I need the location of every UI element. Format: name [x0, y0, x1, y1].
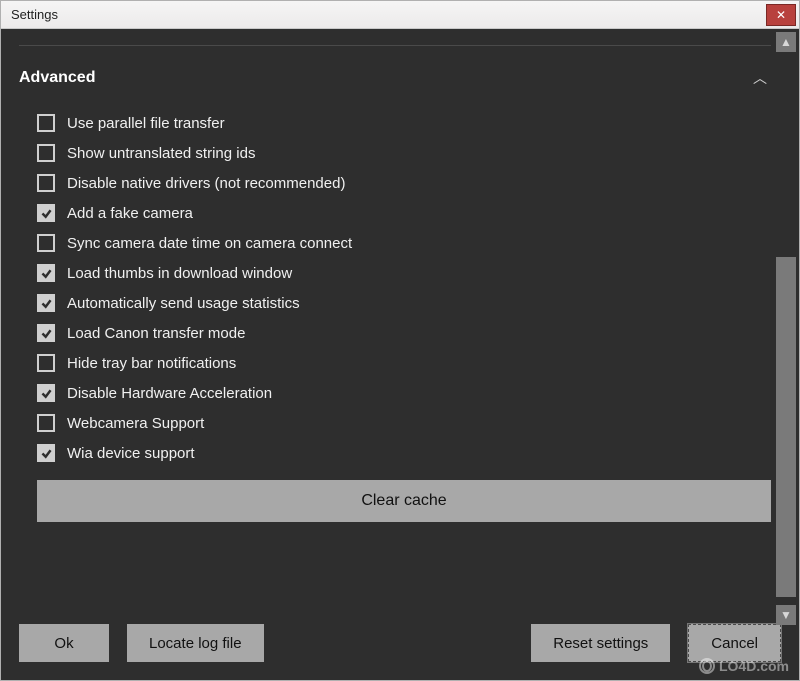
section-header-advanced[interactable]: Advanced ︿ [19, 64, 771, 108]
clear-cache-button[interactable]: Clear cache [37, 480, 771, 522]
checkbox[interactable] [37, 354, 55, 372]
locate-log-button[interactable]: Locate log file [127, 624, 264, 662]
option-label: Use parallel file transfer [67, 115, 225, 132]
cancel-button[interactable]: Cancel [688, 624, 781, 662]
option-label: Wia device support [67, 445, 195, 462]
option-row: Load Canon transfer mode [37, 318, 771, 348]
option-label: Load Canon transfer mode [67, 325, 245, 342]
option-label: Disable Hardware Acceleration [67, 385, 272, 402]
window-body: ▲ ▼ Advanced ︿ Use parallel file transfe… [1, 29, 799, 680]
ok-button[interactable]: Ok [19, 624, 109, 662]
option-list: Use parallel file transfer Show untransla… [19, 108, 771, 468]
section-title: Advanced [19, 69, 753, 87]
settings-window: Settings ✕ ▲ ▼ Advanced ︿ Use parallel f… [0, 0, 800, 681]
checkbox[interactable] [37, 384, 55, 402]
titlebar: Settings ✕ [1, 1, 799, 29]
option-label: Add a fake camera [67, 205, 193, 222]
content-area: Advanced ︿ Use parallel file transfer Sho… [1, 29, 799, 618]
close-icon: ✕ [776, 8, 786, 22]
checkbox[interactable] [37, 144, 55, 162]
option-row: Show untranslated string ids [37, 138, 771, 168]
option-label: Sync camera date time on camera connect [67, 235, 352, 252]
scroll-up-button[interactable]: ▲ [776, 32, 796, 52]
divider [19, 45, 771, 46]
checkbox[interactable] [37, 414, 55, 432]
option-row: Wia device support [37, 438, 771, 468]
option-row: Load thumbs in download window [37, 258, 771, 288]
option-row: Sync camera date time on camera connect [37, 228, 771, 258]
checkbox[interactable] [37, 444, 55, 462]
option-row: Webcamera Support [37, 408, 771, 438]
bottom-bar: Ok Locate log file Reset settings Cancel [1, 618, 799, 680]
option-label: Show untranslated string ids [67, 145, 255, 162]
checkbox[interactable] [37, 294, 55, 312]
checkbox[interactable] [37, 264, 55, 282]
option-row: Automatically send usage statistics [37, 288, 771, 318]
option-label: Webcamera Support [67, 415, 204, 432]
checkbox[interactable] [37, 234, 55, 252]
arrow-down-icon: ▼ [780, 608, 792, 622]
checkbox[interactable] [37, 324, 55, 342]
close-button[interactable]: ✕ [766, 4, 796, 26]
option-row: Disable Hardware Acceleration [37, 378, 771, 408]
checkbox[interactable] [37, 174, 55, 192]
option-label: Load thumbs in download window [67, 265, 292, 282]
checkbox[interactable] [37, 204, 55, 222]
reset-settings-button[interactable]: Reset settings [531, 624, 670, 662]
scroll-down-button[interactable]: ▼ [776, 605, 796, 625]
window-title: Settings [11, 7, 766, 22]
option-label: Automatically send usage statistics [67, 295, 300, 312]
option-row: Add a fake camera [37, 198, 771, 228]
scrollbar-thumb[interactable] [776, 257, 796, 597]
option-label: Disable native drivers (not recommended) [67, 175, 345, 192]
option-row: Disable native drivers (not recommended) [37, 168, 771, 198]
arrow-up-icon: ▲ [780, 35, 792, 49]
checkbox[interactable] [37, 114, 55, 132]
option-label: Hide tray bar notifications [67, 355, 236, 372]
chevron-up-icon: ︿ [753, 68, 771, 88]
option-row: Hide tray bar notifications [37, 348, 771, 378]
option-row: Use parallel file transfer [37, 108, 771, 138]
